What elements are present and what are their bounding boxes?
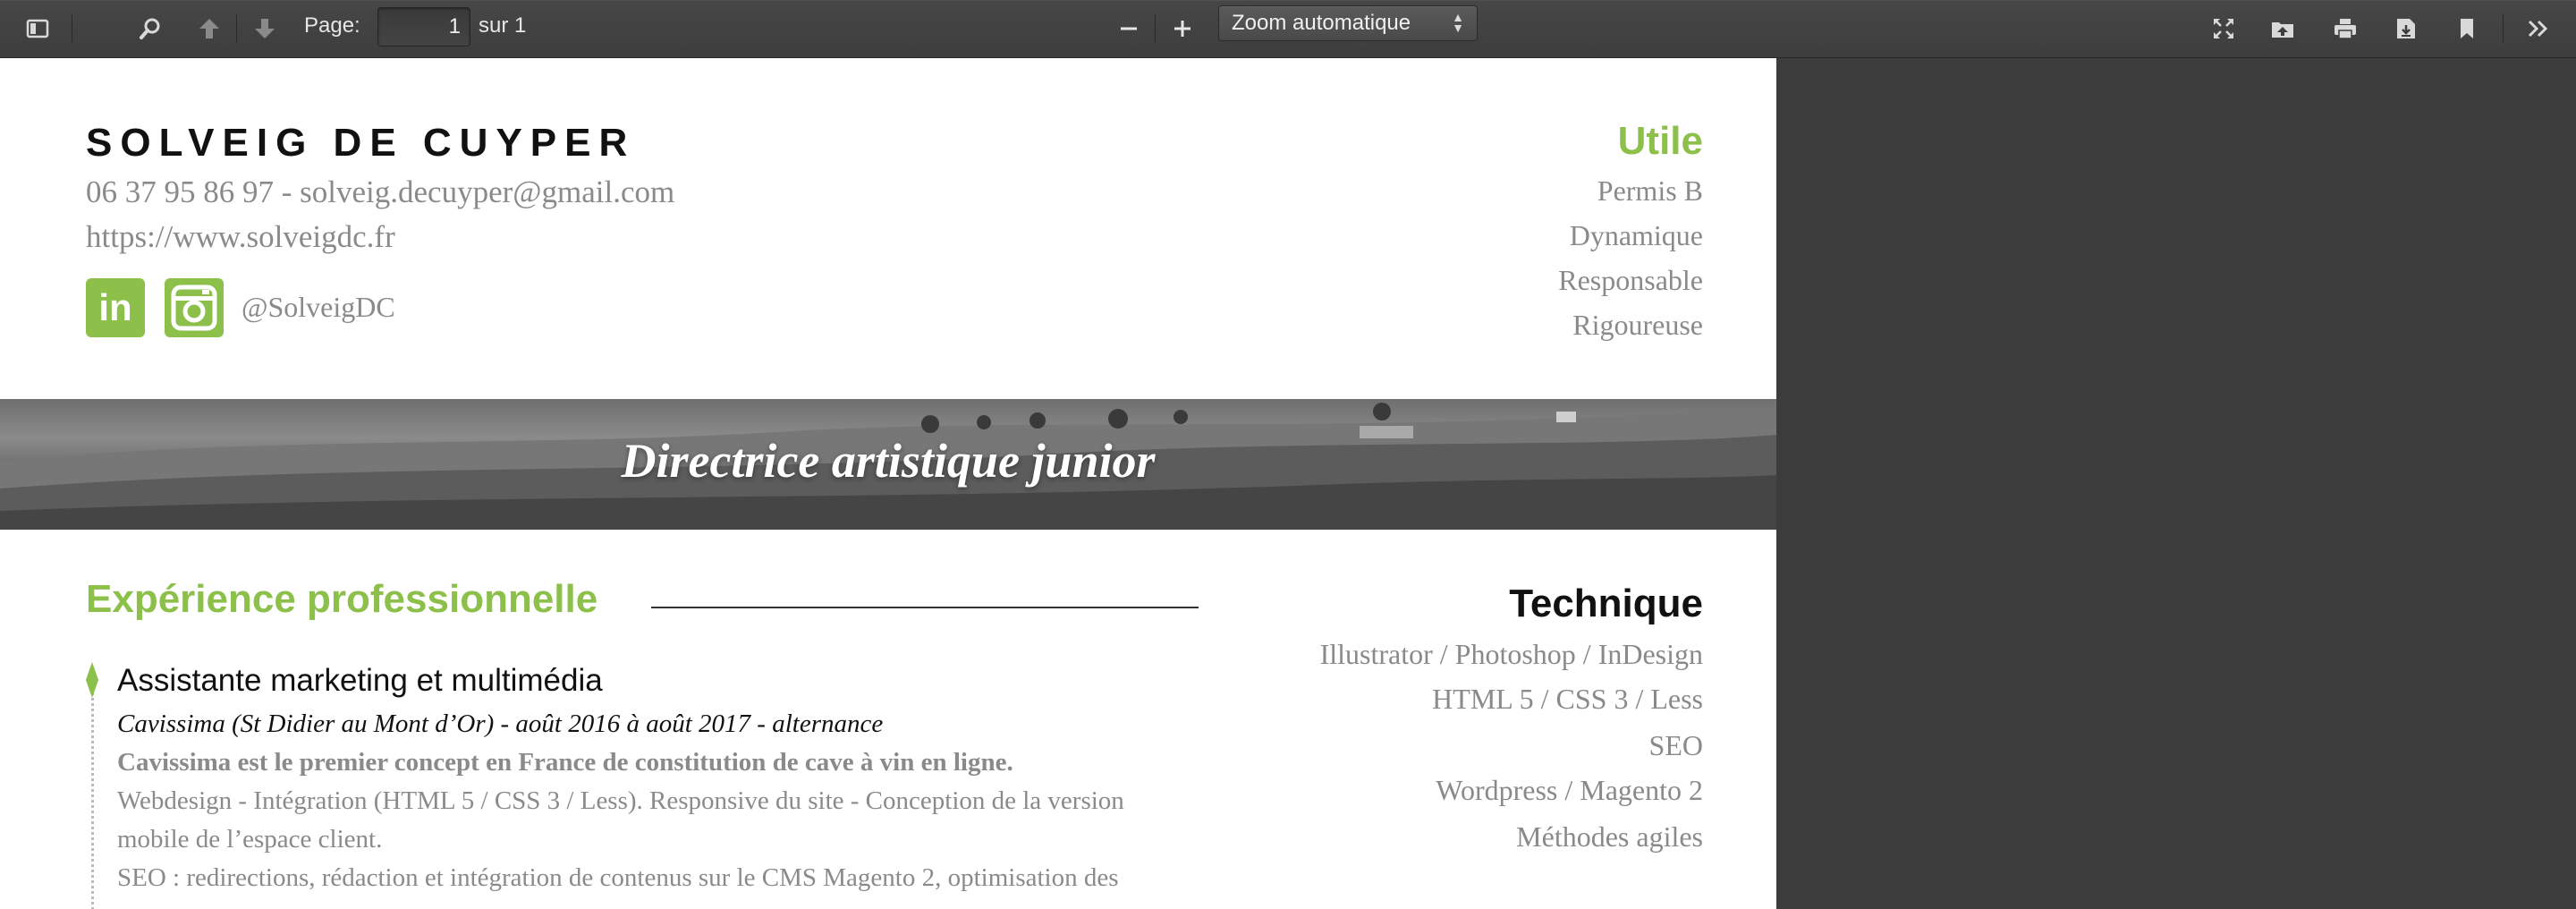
technique-item: Illustrator / Photoshop / InDesign xyxy=(1319,638,1703,670)
utile-title: Utile xyxy=(1617,119,1703,163)
contact-line[interactable]: 06 37 95 86 97 - solveig.decuyper@gmail.… xyxy=(86,174,674,210)
technique-item: Wordpress / Magento 2 xyxy=(1436,774,1703,806)
technique-item: Méthodes agiles xyxy=(1516,820,1703,853)
download-icon[interactable] xyxy=(2388,11,2424,47)
utile-item: Dynamique xyxy=(1569,219,1703,251)
zoom-out-icon[interactable] xyxy=(1111,11,1147,47)
utile-item: Responsable xyxy=(1558,264,1703,296)
tools-icon[interactable] xyxy=(2521,11,2556,47)
cv-name: SOLVEIG DE CUYPER xyxy=(86,121,636,165)
sidebar-toggle-icon[interactable] xyxy=(20,11,55,47)
next-page-icon[interactable] xyxy=(247,11,283,47)
timeline-line xyxy=(91,675,94,909)
social-handle: @SolveigDC xyxy=(242,291,395,323)
job-meta: Cavissima (St Didier au Mont d’Or) - aoû… xyxy=(117,709,884,738)
website-link[interactable]: https://www.solveigdc.fr xyxy=(86,219,395,255)
banner-title: Directrice artistique junior xyxy=(621,434,1156,488)
print-icon[interactable] xyxy=(2327,11,2363,47)
technique-title: Technique xyxy=(1509,582,1703,625)
page-number-input[interactable] xyxy=(377,7,470,47)
search-icon[interactable] xyxy=(132,11,168,47)
section-divider xyxy=(651,607,1199,608)
job-description-line: Webdesign - Intégration (HTML 5 / CSS 3 … xyxy=(117,786,1124,815)
toolbar-separator xyxy=(1155,14,1156,43)
experience-title: Expérience professionnelle xyxy=(86,577,598,621)
bookmark-icon[interactable] xyxy=(2449,11,2485,47)
open-file-icon[interactable] xyxy=(2265,11,2301,47)
timeline-diamond-icon xyxy=(86,662,98,698)
zoom-select[interactable]: Zoom automatique ▲ ▼ xyxy=(1218,5,1478,41)
instagram-icon[interactable] xyxy=(165,278,224,337)
page-label: Page: xyxy=(304,13,360,38)
job-lead: Cavissima est le premier concept en Fran… xyxy=(117,748,1013,777)
previous-page-icon[interactable] xyxy=(191,11,227,47)
page-total: sur 1 xyxy=(479,13,527,38)
toolbar-separator xyxy=(236,14,237,43)
toolbar-separator xyxy=(2503,14,2504,43)
linkedin-icon[interactable]: in xyxy=(86,278,145,337)
pdf-toolbar: Page: sur 1 Zoom automatique ▲▼ xyxy=(0,0,2576,58)
utile-item: Permis B xyxy=(1597,174,1703,207)
zoom-select-value: Zoom automatique xyxy=(1232,11,1411,35)
presentation-mode-icon[interactable] xyxy=(2206,11,2241,47)
technique-item: SEO xyxy=(1648,729,1703,761)
zoom-in-icon[interactable] xyxy=(1165,11,1200,47)
pdf-page: SOLVEIG DE CUYPER 06 37 95 86 97 - solve… xyxy=(0,58,1776,909)
select-arrows-icon: ▲ ▼ xyxy=(1452,10,1464,35)
job-description-line: SEO : redirections, rédaction et intégra… xyxy=(117,863,1119,892)
utile-item: Rigoureuse xyxy=(1572,309,1703,341)
job-description-line: mobile de l’espace client. xyxy=(117,825,383,854)
job-title: Assistante marketing et multimédia xyxy=(117,663,603,698)
banner-image: Directrice artistique junior xyxy=(0,399,1776,530)
linkedin-icon-text: in xyxy=(98,286,132,328)
technique-item: HTML 5 / CSS 3 / Less xyxy=(1432,683,1703,715)
viewer-background xyxy=(1776,58,2576,909)
